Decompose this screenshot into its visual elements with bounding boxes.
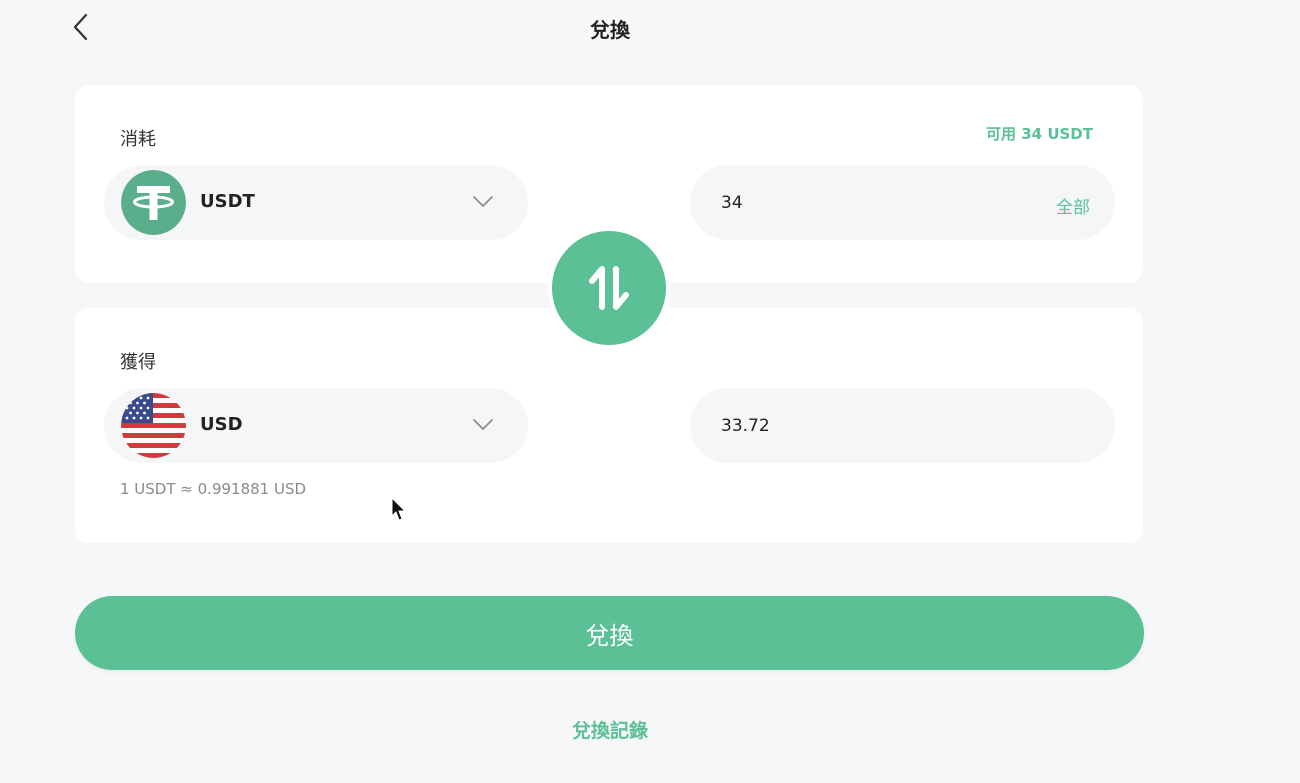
- exchange-submit-button[interactable]: 兌換: [75, 596, 1144, 670]
- exchange-page: 兌換 消耗 可用 34 USDT USDT 全部: [0, 0, 1300, 783]
- receive-currency-name: USD: [200, 414, 243, 435]
- receive-amount-input[interactable]: [721, 388, 1021, 463]
- spend-label: 消耗: [120, 129, 156, 150]
- spend-currency-name: USDT: [200, 191, 255, 212]
- receive-amount-box: [690, 388, 1115, 463]
- mouse-pointer-icon: [391, 497, 407, 521]
- spend-amount-input[interactable]: [721, 165, 1021, 240]
- all-button[interactable]: 全部: [1056, 193, 1090, 218]
- available-balance: 可用 34 USDT: [986, 125, 1093, 143]
- exchange-rate: 1 USDT ≈ 0.991881 USD: [120, 480, 307, 498]
- spend-currency-select[interactable]: USDT: [104, 165, 528, 240]
- tether-icon: [121, 170, 186, 235]
- exchange-history-link[interactable]: 兌換記錄: [0, 716, 1220, 743]
- chevron-down-icon: [473, 196, 493, 207]
- swap-direction-button[interactable]: [548, 227, 670, 349]
- swap-arrows-icon: [589, 266, 629, 310]
- spend-amount-box: 全部: [690, 165, 1115, 240]
- header: 兌換: [0, 0, 1220, 60]
- receive-label: 獲得: [120, 352, 156, 373]
- receive-currency-select[interactable]: USD: [104, 388, 528, 463]
- page-title: 兌換: [590, 18, 630, 42]
- us-flag-icon: [121, 393, 186, 458]
- chevron-down-icon: [473, 419, 493, 430]
